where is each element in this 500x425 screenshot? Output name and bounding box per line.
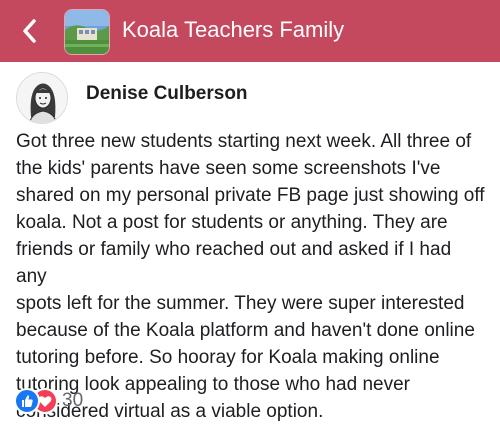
group-thumbnail[interactable] (64, 9, 110, 55)
reaction-count: 30 (62, 390, 84, 411)
back-button[interactable] (14, 14, 44, 48)
avatar[interactable] (16, 72, 68, 124)
group-header: Koala Teachers Family (0, 0, 500, 62)
chevron-left-icon (23, 19, 36, 43)
post-author-row: Denise Culberson (16, 72, 486, 128)
like-icon (14, 388, 40, 414)
post-author-name[interactable]: Denise Culberson (86, 82, 248, 106)
group-title[interactable]: Koala Teachers Family (122, 16, 344, 44)
reactions-summary[interactable]: 30 (14, 386, 214, 414)
post-body-text: Got three new students starting next wee… (16, 131, 485, 422)
